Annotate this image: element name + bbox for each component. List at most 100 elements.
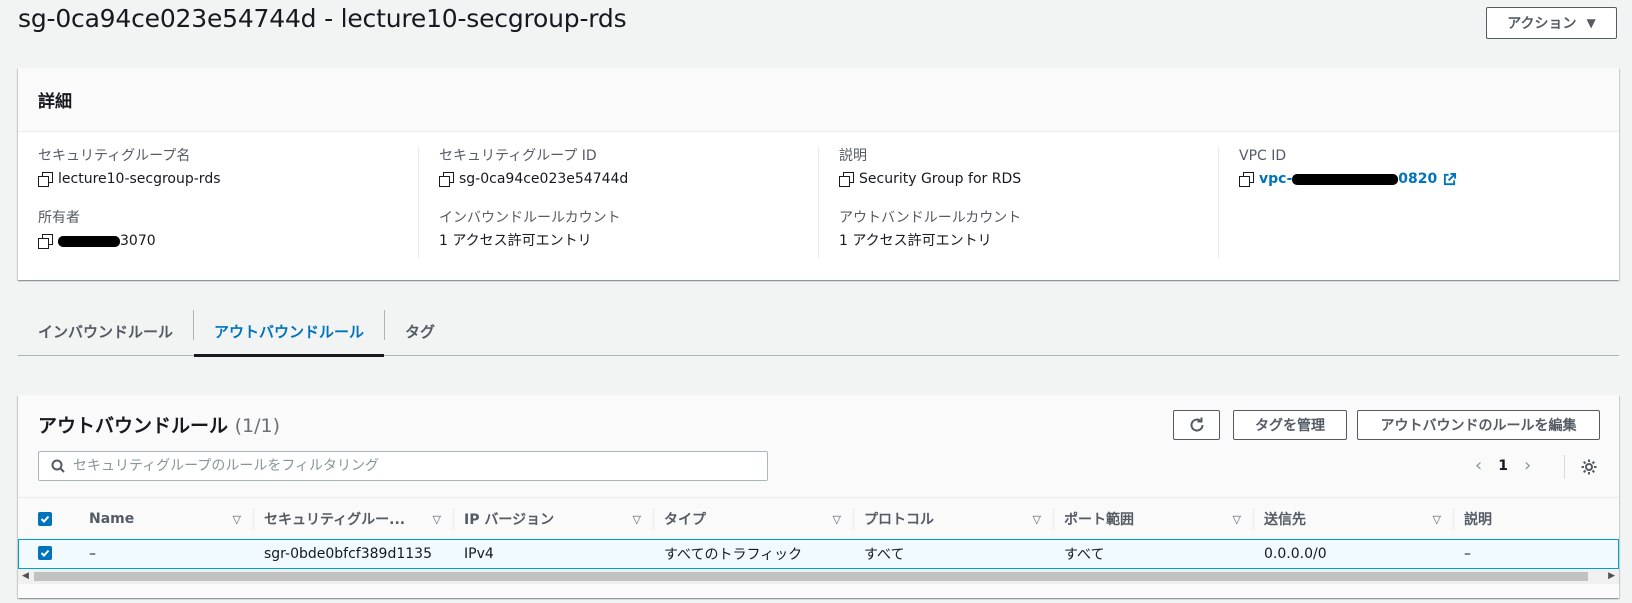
vpc-id-suffix: 0820 bbox=[1398, 171, 1438, 187]
search-icon bbox=[51, 459, 65, 473]
page-number[interactable]: 1 bbox=[1498, 458, 1508, 474]
sg-name-value-row: lecture10-secgroup-rds bbox=[38, 168, 418, 190]
cell-destination: 0.0.0.0/0 bbox=[1264, 546, 1327, 562]
description-label: 説明 bbox=[839, 148, 867, 164]
sg-id-value-row: sg-0ca94ce023e54744d bbox=[439, 168, 818, 190]
column-label: タイプ bbox=[664, 512, 706, 528]
column-header-sg-rule-id[interactable]: セキュリティグルー... ▽ bbox=[253, 498, 453, 540]
scroll-right-icon[interactable]: ▶ bbox=[1608, 571, 1615, 581]
column-header-description[interactable]: 説明 bbox=[1453, 498, 1619, 540]
vpc-id-link[interactable]: vpc- 0820 bbox=[1259, 168, 1437, 190]
column-label: プロトコル bbox=[864, 512, 934, 528]
copy-icon[interactable] bbox=[38, 234, 53, 249]
column-label: セキュリティグルー... bbox=[264, 512, 406, 528]
owner-value: 3070 bbox=[58, 230, 156, 252]
details-col-4: VPC ID vpc- 0820 bbox=[1218, 146, 1619, 258]
caret-down-icon: ▼ bbox=[1586, 16, 1596, 30]
sort-caret-icon[interactable]: ▽ bbox=[1033, 513, 1041, 526]
sort-caret-icon[interactable]: ▽ bbox=[633, 513, 641, 526]
copy-icon[interactable] bbox=[839, 172, 854, 187]
rules-count: (1/1) bbox=[234, 415, 281, 437]
tab-outbound-rules[interactable]: アウトバウンドルール bbox=[194, 306, 385, 357]
column-label: 説明 bbox=[1464, 512, 1492, 528]
horizontal-scrollbar[interactable]: ◀ ▶ bbox=[18, 569, 1619, 584]
actions-dropdown-button[interactable]: アクション ▼ bbox=[1486, 7, 1617, 39]
tab-tags[interactable]: タグ bbox=[385, 306, 455, 356]
table-row[interactable]: – sgr-0bde0bfcf389d1135 IPv4 すべてのトラフィック … bbox=[18, 539, 1619, 569]
chevron-left-icon[interactable]: ‹ bbox=[1475, 455, 1482, 476]
details-panel: 詳細 セキュリティグループ名 lecture10-secgroup-rds 所有… bbox=[18, 68, 1619, 280]
column-label: Name bbox=[89, 511, 135, 527]
owner-value-row: 3070 bbox=[38, 230, 418, 252]
details-col-2: セキュリティグループ ID sg-0ca94ce023e54744d インバウン… bbox=[418, 146, 818, 258]
sort-caret-icon[interactable]: ▽ bbox=[233, 513, 241, 526]
column-header-protocol[interactable]: プロトコル ▽ bbox=[853, 498, 1053, 540]
inbound-count-label: インバウンドルールカウント bbox=[439, 210, 621, 226]
redaction-mark bbox=[1292, 173, 1399, 185]
cell-type: すべてのトラフィック bbox=[664, 547, 803, 563]
details-col-1: セキュリティグループ名 lecture10-secgroup-rds 所有者 3… bbox=[18, 146, 418, 258]
sg-id-label: セキュリティグループ ID bbox=[439, 148, 597, 164]
copy-icon[interactable] bbox=[439, 172, 454, 187]
scroll-left-icon[interactable]: ◀ bbox=[22, 571, 29, 581]
redaction-mark bbox=[58, 235, 120, 247]
owner-label: 所有者 bbox=[38, 210, 80, 226]
select-all-checkbox[interactable] bbox=[38, 512, 52, 526]
outbound-count-block: アウトバンドルールカウント 1 アクセス許可エントリ bbox=[839, 208, 1218, 252]
pager-divider bbox=[1564, 455, 1565, 479]
vpc-id-label: VPC ID bbox=[1239, 148, 1287, 164]
vpc-id-prefix: vpc- bbox=[1259, 171, 1293, 187]
owner-block: 所有者 3070 bbox=[38, 208, 418, 252]
page-title: sg-0ca94ce023e54744d - lecture10-secgrou… bbox=[18, 4, 627, 33]
manage-tags-button[interactable]: タグを管理 bbox=[1233, 410, 1347, 440]
cell-ip-version: IPv4 bbox=[464, 546, 494, 562]
column-label: ポート範囲 bbox=[1064, 512, 1134, 528]
sg-id-value: sg-0ca94ce023e54744d bbox=[459, 171, 629, 187]
sg-name-label: セキュリティグループ名 bbox=[38, 148, 191, 164]
sg-name-value: lecture10-secgroup-rds bbox=[58, 171, 221, 187]
refresh-button[interactable] bbox=[1173, 410, 1220, 440]
actions-label: アクション bbox=[1507, 16, 1577, 32]
outbound-count-label: アウトバンドルールカウント bbox=[839, 210, 1022, 226]
rules-heading: アウトバウンドルール (1/1) bbox=[38, 411, 280, 438]
edit-outbound-rules-button[interactable]: アウトバウンドのルールを編集 bbox=[1357, 410, 1600, 440]
copy-icon[interactable] bbox=[38, 172, 53, 187]
row-checkbox[interactable] bbox=[38, 546, 52, 560]
column-header-name[interactable]: Name ▽ bbox=[78, 498, 253, 540]
column-header-ip-version[interactable]: IP バージョン ▽ bbox=[453, 498, 653, 540]
tab-inbound-rules[interactable]: インバウンドルール bbox=[18, 306, 193, 356]
external-link-icon[interactable] bbox=[1443, 172, 1457, 186]
check-icon bbox=[40, 549, 50, 557]
sort-caret-icon[interactable]: ▽ bbox=[1233, 513, 1241, 526]
description-value: Security Group for RDS bbox=[859, 171, 1022, 187]
copy-icon[interactable] bbox=[1239, 172, 1254, 187]
cell-name: – bbox=[89, 546, 96, 562]
table-header: Name ▽ セキュリティグルー... ▽ IP バージョン ▽ タイプ ▽ プロトコル… bbox=[18, 497, 1619, 539]
outbound-count-value: 1 アクセス許可エントリ bbox=[839, 233, 992, 249]
scrollbar-thumb[interactable] bbox=[34, 572, 1588, 581]
gear-icon[interactable] bbox=[1580, 458, 1598, 476]
filter-input[interactable] bbox=[73, 458, 767, 474]
cell-port-range: すべて bbox=[1064, 547, 1105, 563]
column-header-port-range[interactable]: ポート範囲 ▽ bbox=[1053, 498, 1253, 540]
chevron-right-icon[interactable]: › bbox=[1524, 455, 1531, 476]
rules-title: アウトバウンドルール bbox=[38, 415, 229, 437]
details-col-3: 説明 Security Group for RDS アウトバンドルールカウント … bbox=[818, 146, 1218, 258]
details-heading: 詳細 bbox=[18, 68, 1619, 132]
refresh-icon bbox=[1190, 417, 1204, 432]
sort-caret-icon[interactable]: ▽ bbox=[1433, 513, 1441, 526]
cell-sg-rule-id: sgr-0bde0bfcf389d1135 bbox=[264, 546, 432, 562]
column-label: 送信先 bbox=[1264, 512, 1306, 528]
inbound-count-block: インバウンドルールカウント 1 アクセス許可エントリ bbox=[439, 208, 818, 252]
column-label: IP バージョン bbox=[464, 512, 555, 528]
sort-caret-icon[interactable]: ▽ bbox=[433, 513, 441, 526]
sort-caret-icon[interactable]: ▽ bbox=[833, 513, 841, 526]
vpc-id-value-row: vpc- 0820 bbox=[1239, 168, 1619, 190]
owner-value-suffix: 3070 bbox=[120, 233, 156, 249]
rule-tabs: インバウンドルール アウトバウンドルール タグ bbox=[18, 306, 1619, 357]
column-header-destination[interactable]: 送信先 ▽ bbox=[1253, 498, 1453, 540]
inbound-count-value: 1 アクセス許可エントリ bbox=[439, 233, 592, 249]
description-value-row: Security Group for RDS bbox=[839, 168, 1218, 190]
column-header-type[interactable]: タイプ ▽ bbox=[653, 498, 853, 540]
filter-search bbox=[38, 451, 768, 481]
